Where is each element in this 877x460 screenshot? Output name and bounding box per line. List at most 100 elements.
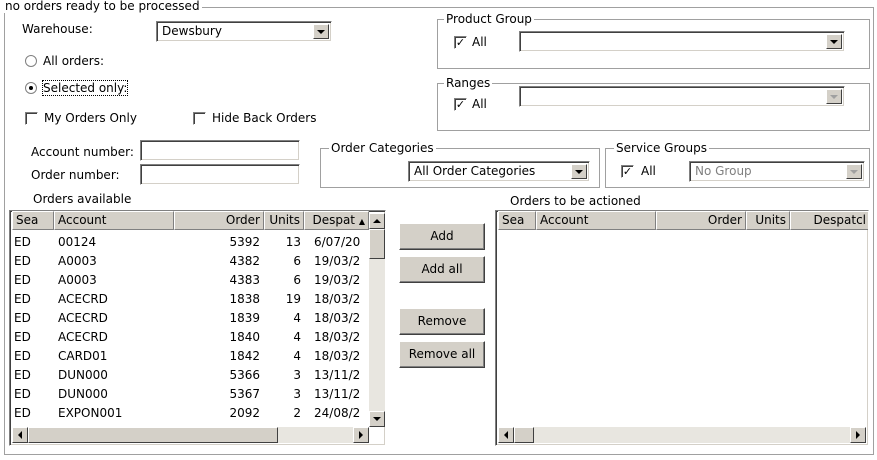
- selected-only-radio[interactable]: [25, 82, 37, 94]
- column-header-account[interactable]: Account: [54, 211, 174, 230]
- warehouse-select[interactable]: Dewsbury: [156, 21, 332, 42]
- ranges-all-label[interactable]: All: [472, 97, 487, 111]
- column-header-sea[interactable]: Sea: [12, 211, 54, 230]
- add-button[interactable]: Add: [399, 223, 485, 250]
- cell-order[interactable]: 1838: [174, 290, 260, 308]
- cell-order[interactable]: 4382: [174, 252, 260, 270]
- orders-available-hscroll[interactable]: [12, 427, 369, 443]
- cell-sea[interactable]: ED: [14, 271, 54, 289]
- cell-order[interactable]: 4383: [174, 271, 260, 289]
- cell-units[interactable]: 6: [264, 252, 301, 270]
- ranges-all-checkbox[interactable]: ✓: [454, 98, 467, 111]
- scroll-down-button[interactable]: [369, 411, 385, 427]
- cell-despatch[interactable]: 18/03/2: [314, 290, 369, 308]
- service-groups-all-checkbox[interactable]: ✓: [621, 165, 634, 178]
- order-categories-dropdown-button[interactable]: [571, 164, 587, 179]
- add-all-button[interactable]: Add all: [399, 256, 485, 283]
- cell-sea[interactable]: ED: [14, 347, 54, 365]
- ranges-select[interactable]: [519, 86, 845, 107]
- order-categories-select[interactable]: All Order Categories: [408, 161, 590, 182]
- cell-sea[interactable]: ED: [14, 252, 54, 270]
- cell-order[interactable]: 5392: [174, 233, 260, 251]
- scroll-left-button[interactable]: [12, 427, 28, 443]
- cell-units[interactable]: 4: [264, 328, 301, 346]
- product-group-dropdown-button[interactable]: [826, 34, 842, 49]
- column-header-despatch[interactable]: Despatcl: [790, 211, 868, 230]
- cell-sea[interactable]: ED: [14, 290, 54, 308]
- cell-units[interactable]: 19: [264, 290, 301, 308]
- cell-despatch[interactable]: 18/03/2: [314, 347, 369, 365]
- column-header-account[interactable]: Account: [536, 211, 656, 230]
- column-header-order[interactable]: Order: [656, 211, 746, 230]
- cell-despatch[interactable]: 18/03/2: [314, 328, 369, 346]
- column-header-sea[interactable]: Sea: [498, 211, 536, 230]
- cell-account[interactable]: CARD01: [58, 347, 168, 365]
- my-orders-only-label[interactable]: My Orders Only: [44, 111, 137, 125]
- all-orders-label[interactable]: All orders:: [43, 54, 104, 68]
- hide-back-orders-checkbox[interactable]: [193, 112, 206, 125]
- cell-units[interactable]: 3: [264, 385, 301, 403]
- orders-available-list[interactable]: Sea Account Order Units Despat ▲ ED 00124…: [9, 210, 386, 446]
- all-orders-radio[interactable]: [25, 55, 37, 67]
- cell-despatch[interactable]: 6/07/20: [314, 233, 369, 251]
- cell-account[interactable]: A0003: [58, 252, 168, 270]
- cell-units[interactable]: 4: [264, 309, 301, 327]
- remove-button[interactable]: Remove: [399, 308, 485, 335]
- cell-order[interactable]: 1842: [174, 347, 260, 365]
- column-header-order[interactable]: Order: [174, 211, 264, 230]
- cell-order[interactable]: 5366: [174, 366, 260, 384]
- ranges-dropdown-button[interactable]: [826, 89, 842, 104]
- cell-account[interactable]: EXPON001: [58, 404, 168, 422]
- remove-all-button[interactable]: Remove all: [399, 341, 485, 368]
- my-orders-only-checkbox[interactable]: [25, 112, 38, 125]
- cell-despatch[interactable]: 19/03/2: [314, 271, 369, 289]
- service-groups-all-label[interactable]: All: [641, 164, 656, 178]
- cell-despatch[interactable]: 13/11/2: [314, 366, 369, 384]
- orders-to-action-list[interactable]: Sea Account Order Units Despatcl: [495, 210, 869, 446]
- cell-sea[interactable]: ED: [14, 328, 54, 346]
- service-groups-select[interactable]: No Group: [689, 161, 865, 182]
- orders-to-action-hscroll[interactable]: [498, 427, 866, 443]
- cell-despatch[interactable]: 18/03/2: [314, 309, 369, 327]
- cell-units[interactable]: 6: [264, 271, 301, 289]
- service-groups-dropdown-button[interactable]: [846, 164, 862, 179]
- product-group-select[interactable]: [519, 31, 845, 52]
- orders-available-vscroll[interactable]: [369, 213, 385, 427]
- cell-order[interactable]: 2092: [174, 404, 260, 422]
- cell-account[interactable]: ACECRD: [58, 328, 168, 346]
- hide-back-orders-label[interactable]: Hide Back Orders: [212, 111, 316, 125]
- scroll-thumb[interactable]: [369, 229, 385, 259]
- product-group-all-label[interactable]: All: [472, 35, 487, 49]
- scroll-left-button[interactable]: [498, 427, 514, 443]
- cell-account[interactable]: ACECRD: [58, 290, 168, 308]
- cell-sea[interactable]: ED: [14, 404, 54, 422]
- selected-only-label[interactable]: Selected only:: [41, 80, 129, 96]
- scroll-hthumb[interactable]: [514, 427, 534, 443]
- cell-despatch[interactable]: 24/08/2: [314, 404, 369, 422]
- column-header-units[interactable]: Units: [264, 211, 304, 230]
- cell-account[interactable]: ACECRD: [58, 309, 168, 327]
- cell-order[interactable]: 5367: [174, 385, 260, 403]
- scroll-up-button[interactable]: [369, 213, 385, 229]
- cell-units[interactable]: 4: [264, 347, 301, 365]
- cell-despatch[interactable]: 19/03/2: [314, 252, 369, 270]
- cell-account[interactable]: DUN000: [58, 385, 168, 403]
- scroll-right-button[interactable]: [850, 427, 866, 443]
- column-header-units[interactable]: Units: [746, 211, 790, 230]
- cell-account[interactable]: 00124: [58, 233, 168, 251]
- cell-despatch[interactable]: 13/11/2: [314, 385, 369, 403]
- product-group-all-checkbox[interactable]: ✓: [454, 36, 467, 49]
- cell-sea[interactable]: ED: [14, 385, 54, 403]
- scroll-right-button[interactable]: [353, 427, 369, 443]
- cell-account[interactable]: DUN000: [58, 366, 168, 384]
- cell-units[interactable]: 3: [264, 366, 301, 384]
- warehouse-dropdown-button[interactable]: [313, 24, 329, 39]
- column-header-despatch[interactable]: Despat ▲: [304, 211, 369, 230]
- cell-sea[interactable]: ED: [14, 366, 54, 384]
- order-number-field[interactable]: [140, 164, 300, 185]
- cell-units[interactable]: 13: [264, 233, 301, 251]
- cell-order[interactable]: 1840: [174, 328, 260, 346]
- cell-sea[interactable]: ED: [14, 309, 54, 327]
- scroll-hthumb[interactable]: [28, 427, 278, 443]
- account-number-field[interactable]: [140, 140, 300, 161]
